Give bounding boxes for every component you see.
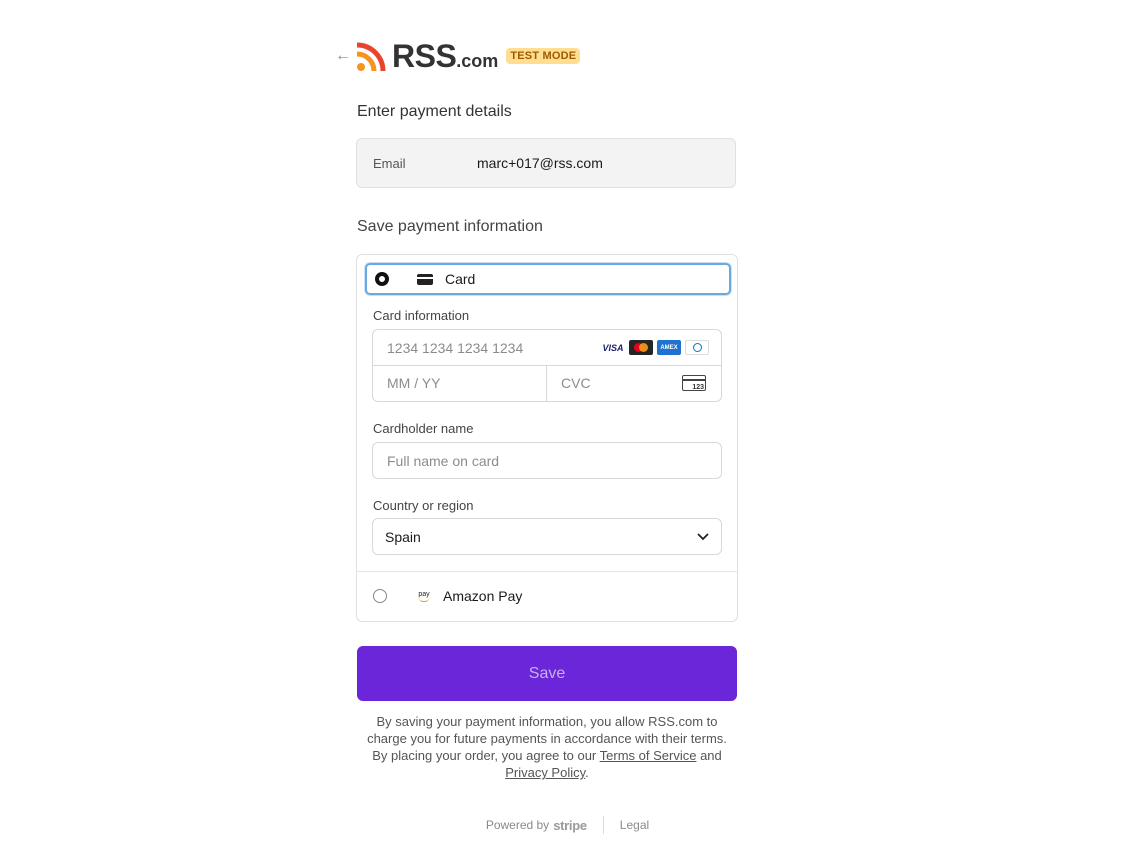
legal-line-1: By saving your payment information, you … [367, 714, 727, 746]
powered-by-text: Powered by [485, 818, 550, 832]
cvc-field: 123 [546, 365, 722, 402]
rss-logo: RSS.com [356, 40, 498, 72]
cvc-icon-text: 123 [692, 384, 704, 391]
legal-line-2: By placing your order, you agree to our … [357, 747, 737, 781]
card-number-input[interactable] [385, 338, 589, 357]
amex-icon: AMEX [657, 340, 681, 355]
email-label: Email [373, 155, 406, 171]
header: ← RSS.com TEST MODE [334, 40, 581, 72]
credit-card-icon [417, 273, 433, 285]
mastercard-icon [629, 340, 653, 355]
logo-suffix-text: .com [456, 51, 499, 71]
amazon-pay-radio[interactable] [373, 589, 387, 603]
rss-feed-icon [356, 42, 386, 72]
footer-divider [602, 816, 604, 834]
powered-by-stripe[interactable]: Powered by stripe [486, 818, 587, 833]
save-button[interactable]: Save [357, 646, 737, 701]
legal-period: . [585, 765, 589, 780]
card-number-field: VISA AMEX [372, 329, 722, 366]
expiry-input[interactable] [385, 374, 529, 392]
country-label: Country or region [373, 498, 474, 513]
card-method-option[interactable]: Card [365, 263, 731, 295]
amazon-pay-icon-text: pay [418, 590, 430, 598]
logo-main-text: RSS [392, 38, 457, 74]
payment-details-title: Enter payment details [357, 103, 512, 120]
cvc-input[interactable] [559, 374, 663, 392]
card-brands: VISA AMEX [601, 340, 709, 355]
terms-of-service-link[interactable]: Terms of Service [600, 748, 697, 763]
amazon-pay-label: Amazon Pay [443, 588, 523, 604]
card-information-label: Card information [373, 308, 470, 323]
chevron-down-icon [697, 531, 709, 543]
footer: Powered by stripe Legal [0, 816, 1135, 834]
legal-and: and [696, 748, 722, 763]
diners-club-icon [685, 340, 709, 355]
legal-link[interactable]: Legal [620, 818, 649, 832]
test-mode-badge: TEST MODE [506, 48, 581, 64]
privacy-policy-link[interactable]: Privacy Policy [505, 765, 585, 780]
expiry-field [372, 365, 547, 402]
divider [357, 571, 737, 572]
cardholder-input[interactable] [385, 451, 709, 470]
legal-text: By saving your payment information, you … [357, 713, 737, 781]
cvc-card-icon: 123 [682, 375, 706, 391]
country-value: Spain [385, 528, 421, 545]
stripe-logo: stripe [553, 817, 587, 833]
payment-methods: Card Card information VISA AMEX 123 Card… [356, 254, 738, 622]
cardholder-label: Cardholder name [373, 421, 474, 436]
card-method-label: Card [445, 271, 476, 287]
email-field: Email marc+017@rss.com [356, 138, 736, 188]
amazon-pay-icon: pay [415, 589, 433, 603]
cardholder-field [372, 442, 722, 479]
amazon-pay-option[interactable]: pay Amazon Pay [365, 580, 731, 612]
save-payment-title: Save payment information [357, 218, 543, 235]
email-value: marc+017@rss.com [477, 155, 603, 171]
legal-line-2-prefix: By placing your order, you agree to our [372, 748, 600, 763]
visa-icon: VISA [601, 340, 625, 355]
country-select[interactable]: Spain [372, 518, 722, 555]
card-radio[interactable] [375, 272, 389, 286]
arrow-left-icon[interactable]: ← [334, 47, 352, 65]
